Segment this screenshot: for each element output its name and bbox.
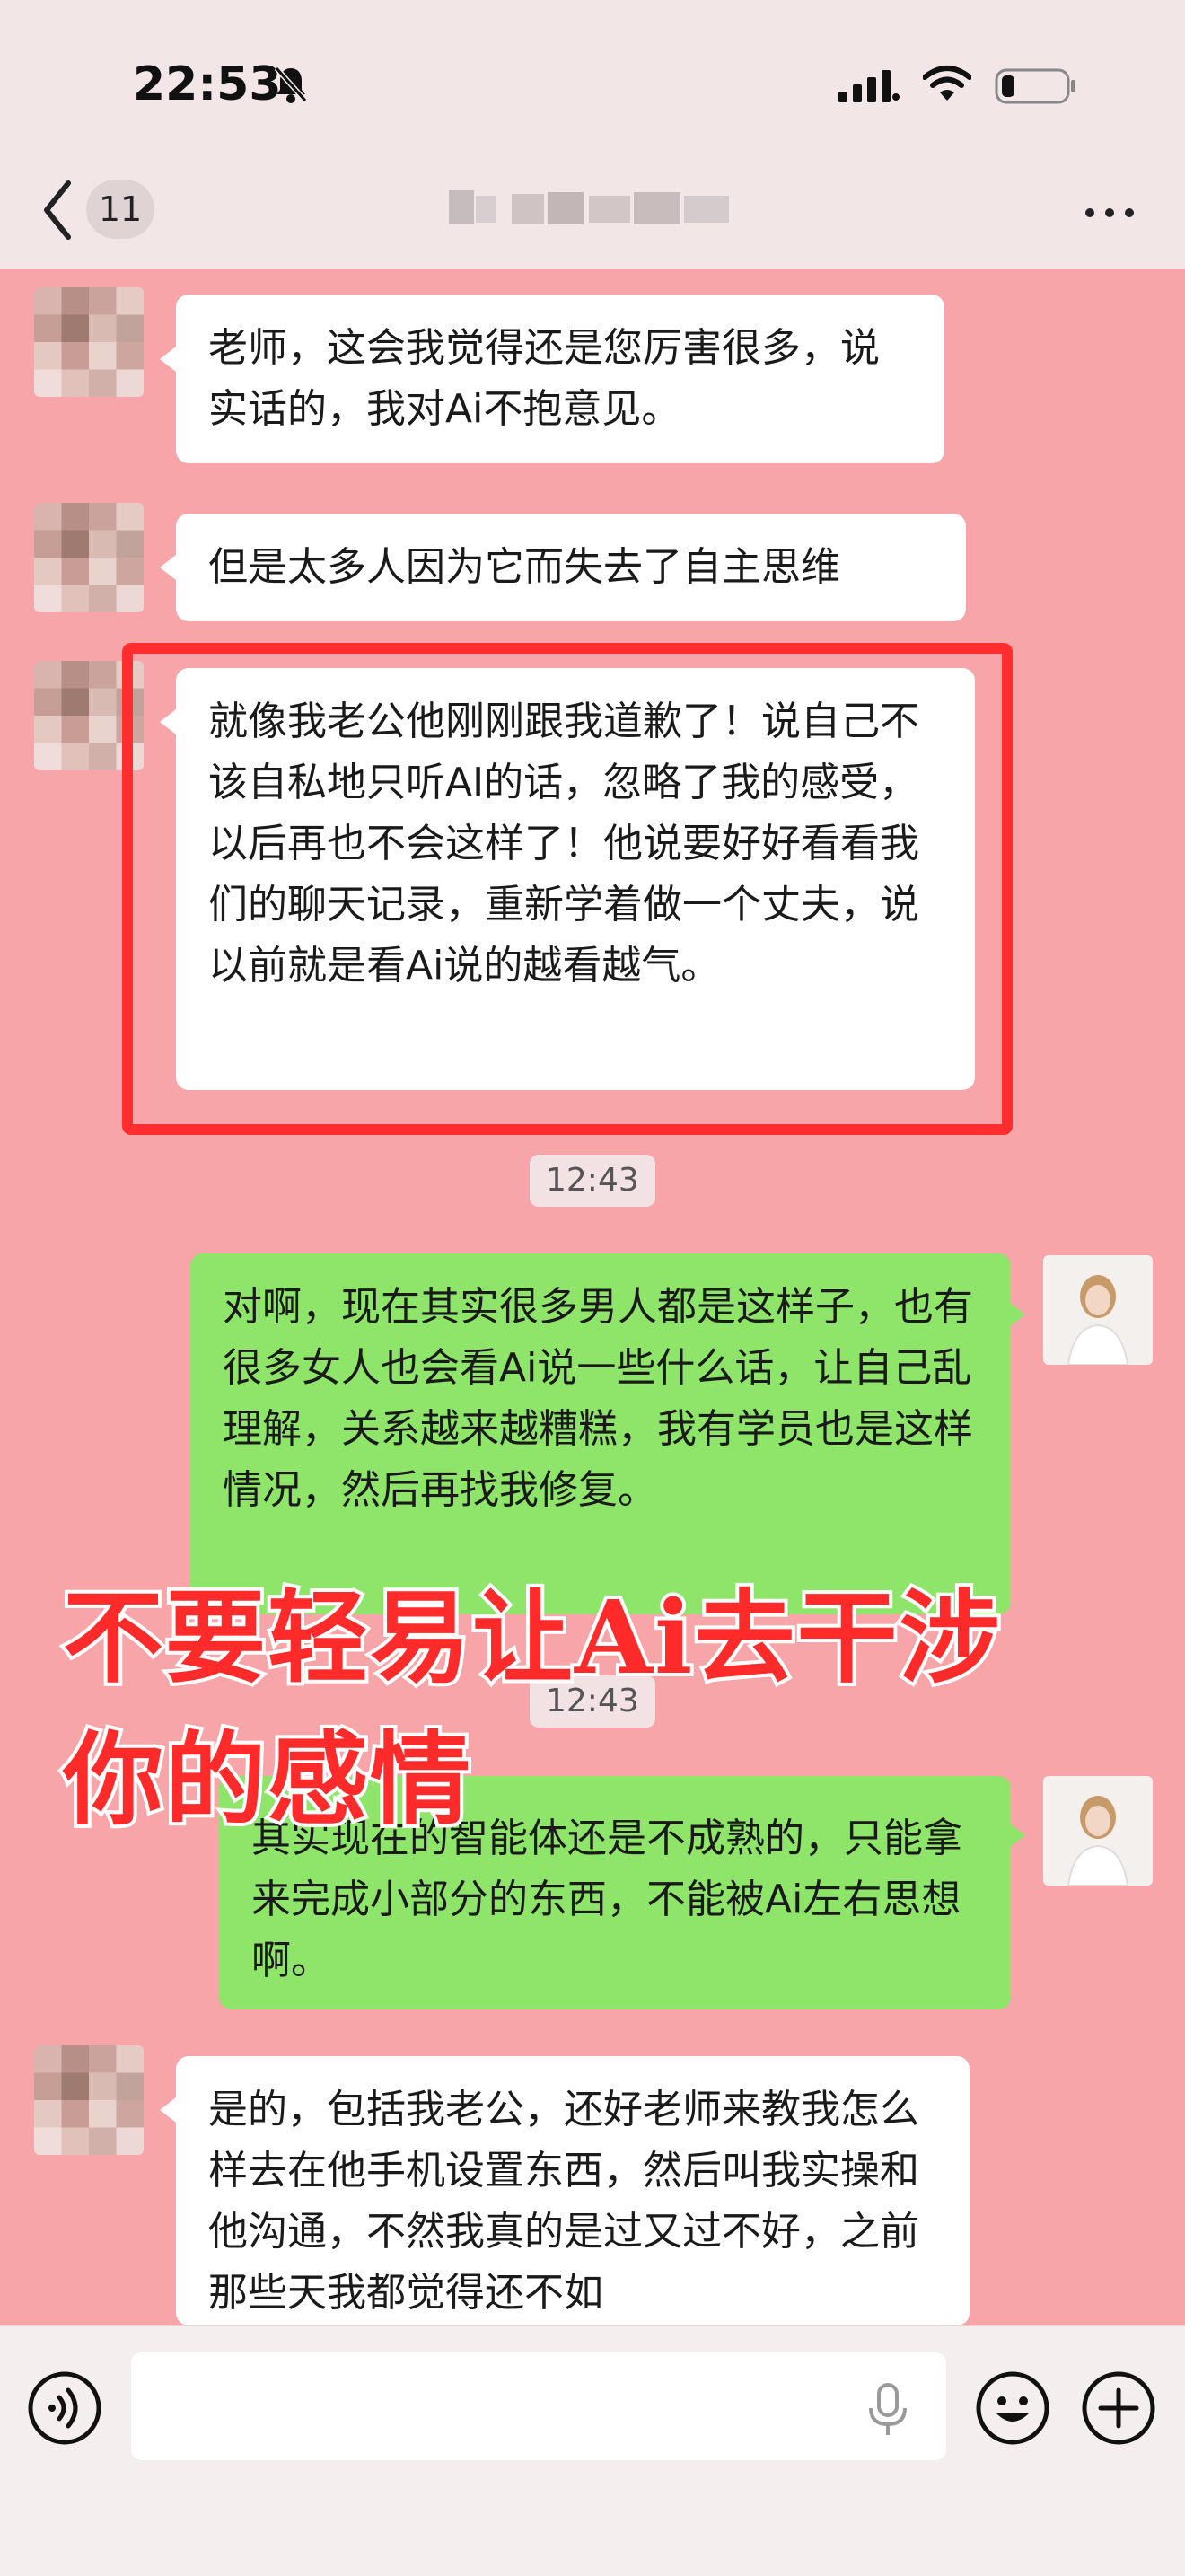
- battery-icon: [995, 68, 1075, 104]
- message-bubble-received[interactable]: 但是太多人因为它而失去了自主思维: [176, 514, 966, 621]
- plus-icon[interactable]: [1081, 2370, 1156, 2446]
- message-bubble-received[interactable]: 老师，这会我觉得还是您厉害很多，说实话的，我对Ai不抱意见。: [176, 295, 944, 463]
- highlight-box: [122, 643, 1013, 1135]
- wifi-icon: [923, 66, 971, 101]
- my-avatar[interactable]: [1043, 1255, 1153, 1365]
- unread-count-badge[interactable]: 11: [86, 180, 154, 239]
- overlay-caption-line1: 不要轻易让Ai去干涉: [59, 1576, 1003, 1701]
- more-icon[interactable]: [1083, 207, 1137, 219]
- overlay-caption-line2: 你的感情: [59, 1718, 474, 1842]
- voice-icon[interactable]: [27, 2370, 102, 2446]
- contact-avatar[interactable]: [34, 503, 144, 612]
- cellular-signal-icon: [838, 70, 900, 102]
- microphone-icon[interactable]: [864, 2383, 912, 2437]
- message-input[interactable]: [131, 2352, 946, 2460]
- bubble-tail: [1009, 1302, 1025, 1327]
- contact-avatar[interactable]: [34, 287, 144, 397]
- emoji-icon[interactable]: [975, 2370, 1050, 2446]
- status-time: 22:53: [133, 57, 282, 111]
- bubble-tail: [160, 555, 176, 580]
- my-avatar[interactable]: [1043, 1776, 1153, 1886]
- message-bubble-received[interactable]: 是的，包括我老公，还好老师来教我怎么样去在他手机设置东西，然后叫我实操和他沟通，…: [176, 2056, 970, 2325]
- bubble-tail: [1009, 1823, 1025, 1848]
- bell-slash-icon: [274, 66, 308, 103]
- bubble-tail: [160, 347, 176, 372]
- chat-title-blurred: [449, 190, 729, 224]
- back-chevron-icon[interactable]: [40, 178, 75, 242]
- status-bar: 22:53: [0, 0, 1185, 153]
- timestamp: 12:43: [530, 1155, 655, 1207]
- bubble-tail: [160, 2097, 176, 2123]
- contact-avatar[interactable]: [34, 2045, 144, 2155]
